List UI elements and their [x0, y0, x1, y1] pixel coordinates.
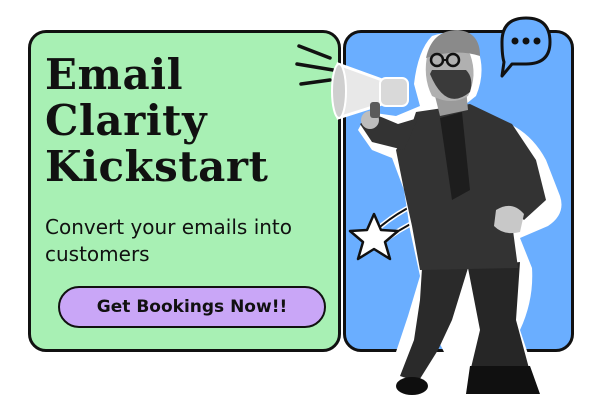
- ad-banner: Email Clarity Kickstart Convert your ema…: [0, 0, 600, 400]
- headline-line-1: Email: [45, 50, 184, 99]
- get-bookings-button[interactable]: Get Bookings Now!!: [58, 286, 326, 328]
- headline-line-2: Clarity: [45, 96, 207, 145]
- headline: Email Clarity Kickstart: [45, 52, 268, 190]
- blue-image-panel: [343, 30, 574, 352]
- subheadline: Convert your emails into customers: [45, 215, 293, 266]
- headline-line-3: Kickstart: [45, 142, 269, 191]
